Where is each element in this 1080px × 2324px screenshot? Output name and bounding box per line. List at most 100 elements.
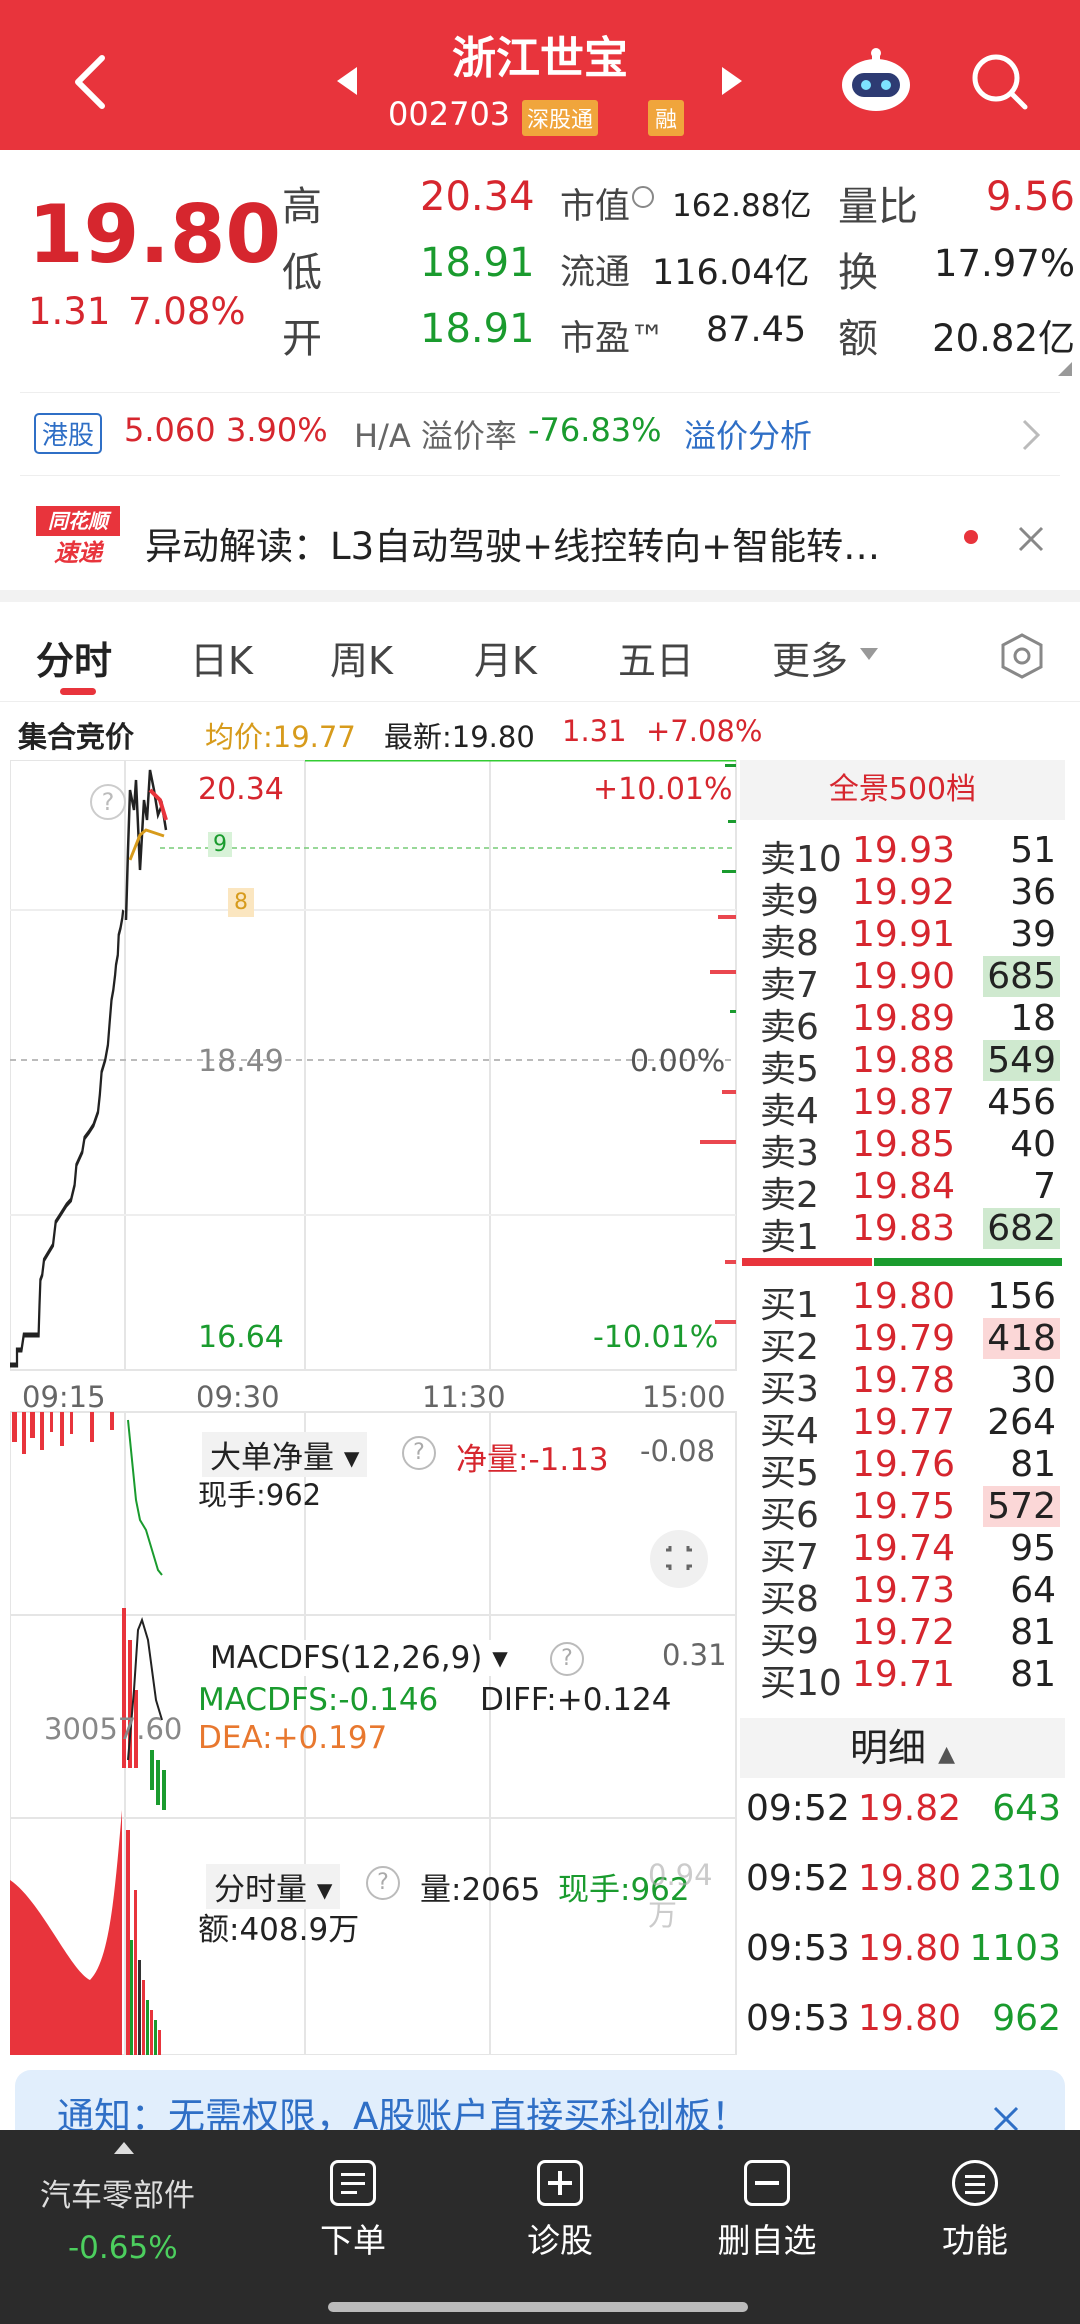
ask-row[interactable]: 卖10 19.93 51 — [760, 830, 1060, 880]
ask-row[interactable]: 卖4 19.87 456 — [760, 1082, 1060, 1132]
avg-price: 均价:19.77 — [205, 720, 356, 754]
big-order-dropdown[interactable]: 大单净量 ▾ — [202, 1432, 368, 1477]
fullscreen-icon[interactable] — [650, 1530, 708, 1588]
prev-stock-icon[interactable] — [335, 65, 361, 97]
panel1-scale: -0.08 — [640, 1434, 716, 1468]
ask-row[interactable]: 卖6 19.89 18 — [760, 998, 1060, 1048]
help-icon[interactable]: ? — [402, 1436, 436, 1470]
trade-price: 19.80 — [858, 1858, 962, 1899]
close-icon[interactable] — [1016, 524, 1046, 554]
caret-down-icon — [860, 648, 878, 660]
bid-row[interactable]: 买9 19.72 81 — [760, 1612, 1060, 1662]
robot-assistant-icon[interactable] — [838, 45, 914, 115]
bid-row[interactable]: 买8 19.73 64 — [760, 1570, 1060, 1620]
info-icon[interactable] — [632, 186, 654, 208]
notice-text: 通知：无需权限，A股账户直接买科创板！ — [57, 2095, 749, 2130]
full-depth-button[interactable]: 全景500档 — [740, 760, 1065, 820]
expand-corner-icon[interactable] — [1058, 362, 1072, 376]
bid-row[interactable]: 买3 19.78 30 — [760, 1360, 1060, 1410]
detail-header[interactable]: 明细 ▲ — [740, 1718, 1065, 1778]
tab-daily-k[interactable]: 日K — [190, 630, 253, 685]
trade-price: 19.80 — [858, 1998, 962, 2039]
tab-intraday[interactable]: 分时 — [36, 630, 112, 685]
next-stock-icon[interactable] — [718, 65, 744, 97]
remove-watchlist-label: 删自选 — [717, 2221, 817, 2260]
ask-row[interactable]: 卖1 19.83 682 — [760, 1208, 1060, 1258]
high-value: 20.34 — [420, 174, 535, 220]
ask-row[interactable]: 卖8 19.91 39 — [760, 914, 1060, 964]
bid-row[interactable]: 买7 19.74 95 — [760, 1528, 1060, 1578]
price-change-pct: 7.08% — [128, 290, 246, 333]
top-price-label: 20.34 — [198, 772, 284, 807]
intraday-chart[interactable]: ? 20.34 +10.01% 18.49 0.00% 16.64 -10.01… — [8, 758, 737, 2056]
notice-banner[interactable]: 通知：无需权限，A股账户直接买科创板！ — [15, 2070, 1065, 2130]
auction-price-line — [8, 909, 125, 1368]
volume-dropdown[interactable]: 分时量 ▾ — [206, 1864, 341, 1909]
macd-dropdown[interactable]: MACDFS(12,26,9) ▾ — [206, 1640, 512, 1676]
premium-analysis-link[interactable]: 溢价分析 — [684, 411, 812, 457]
connect-badge: 深股通 — [522, 100, 599, 136]
bid-price: 19.71 — [852, 1654, 956, 1695]
chart-tabs: 分时 日K 周K 月K 五日 更多 — [0, 602, 1080, 702]
ask-row[interactable]: 卖3 19.85 40 — [760, 1124, 1060, 1174]
bid-row[interactable]: 买5 19.76 81 — [760, 1444, 1060, 1494]
caret-up-icon — [114, 2142, 134, 2154]
bid-row[interactable]: 买4 19.77 264 — [760, 1402, 1060, 1452]
ask-price: 19.88 — [852, 1040, 956, 1081]
ask-row[interactable]: 卖5 19.88 549 — [760, 1040, 1060, 1090]
turnover-value: 17.97% — [933, 242, 1075, 285]
price-line — [124, 769, 168, 921]
ask-price: 19.93 — [852, 830, 956, 871]
trade-price: 19.82 — [858, 1788, 962, 1829]
help-icon[interactable]: ? — [550, 1642, 584, 1676]
hk-share-bar[interactable]: 港股 5.060 3.90% H/A 溢价率 -76.83% 溢价分析 — [20, 392, 1060, 476]
function-button[interactable]: 功能 — [890, 2150, 1060, 2262]
bid-row[interactable]: 买6 19.75 572 — [760, 1486, 1060, 1536]
search-icon[interactable] — [970, 52, 1030, 112]
diagnose-label: 诊股 — [527, 2221, 593, 2260]
pe-label: 市盈™ — [560, 319, 666, 359]
tab-weekly-k[interactable]: 周K — [330, 630, 393, 685]
minus-icon — [744, 2160, 790, 2206]
tab-monthly-k[interactable]: 月K — [474, 630, 537, 685]
back-icon[interactable] — [70, 52, 110, 112]
close-icon[interactable] — [991, 2104, 1021, 2130]
bid-volume: 81 — [1010, 1444, 1056, 1485]
order-button[interactable]: 下单 — [268, 2150, 438, 2262]
intraday-info-line: 集合竞价 均价:19.77 最新:19.80 1.31 +7.08% — [0, 706, 1080, 756]
chevron-right-icon[interactable] — [1020, 417, 1042, 453]
ask-price: 19.90 — [852, 956, 956, 997]
volume-ratio-value: 9.56 — [985, 174, 1075, 220]
tab-five-day[interactable]: 五日 — [618, 630, 694, 685]
bid-row[interactable]: 买2 19.79 418 — [760, 1318, 1060, 1368]
trade-detail-row: 09:52 19.82 643 — [746, 1788, 1061, 1838]
help-icon[interactable]: ? — [366, 1866, 400, 1900]
ask-row[interactable]: 卖2 19.84 7 — [760, 1166, 1060, 1216]
ask-volume: 36 — [1010, 872, 1056, 913]
document-icon — [330, 2160, 376, 2206]
panel3-scale: 0.94万 — [648, 1858, 713, 1932]
news-bar[interactable]: 同花顺 速递 异动解读：L3自动驾驶+线控转向+智能转… — [0, 478, 1080, 590]
home-indicator — [328, 2302, 748, 2312]
bid-row[interactable]: 买10 19.71 81 — [760, 1654, 1060, 1704]
settings-hex-icon[interactable] — [998, 632, 1046, 680]
sector-name[interactable]: 汽车零部件 — [40, 2170, 195, 2215]
panel2-scale: 0.31 — [662, 1638, 727, 1672]
ask-row[interactable]: 卖7 19.90 685 — [760, 956, 1060, 1006]
ask-row[interactable]: 卖9 19.92 36 — [760, 872, 1060, 922]
tab-more[interactable]: 更多 — [772, 630, 848, 685]
ask-price: 19.91 — [852, 914, 956, 955]
avg-line — [128, 828, 165, 861]
help-icon[interactable]: ? — [90, 784, 126, 820]
remove-watchlist-button[interactable]: 删自选 — [682, 2150, 852, 2262]
bid-price: 19.76 — [852, 1444, 956, 1485]
ask-volume: 456 — [987, 1082, 1056, 1123]
diagnose-button[interactable]: 诊股 — [475, 2150, 645, 2262]
ths-express-logo: 同花顺 速递 — [36, 506, 120, 572]
float-label: 流通 — [560, 253, 631, 293]
bid-row[interactable]: 买1 19.80 156 — [760, 1276, 1060, 1326]
ask-level-label: 卖1 — [760, 1217, 819, 1258]
ask-price: 19.85 — [852, 1124, 956, 1165]
menu-icon — [952, 2160, 998, 2206]
order-label: 下单 — [320, 2221, 386, 2260]
